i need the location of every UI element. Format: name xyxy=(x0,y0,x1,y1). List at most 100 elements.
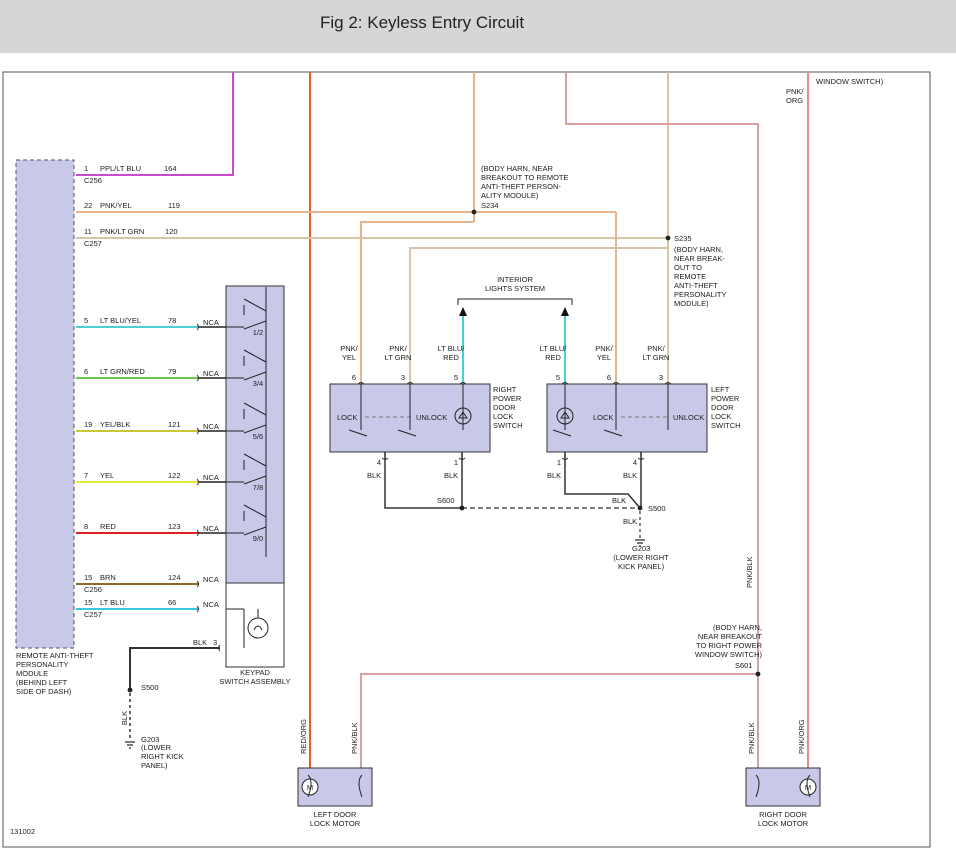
module-pin-label: 19 xyxy=(84,420,92,429)
arrow-icon xyxy=(459,307,467,316)
ppl-lt-blu-wire xyxy=(76,72,234,176)
wire-color-label: RED xyxy=(100,522,116,531)
anti-theft-module xyxy=(15,159,75,649)
ground-location-label: PANEL) xyxy=(141,761,168,770)
wire-color-label: PNK/YEL xyxy=(100,201,132,210)
unlock-label: UNLOCK xyxy=(416,413,447,422)
s500-left-dot xyxy=(127,687,133,693)
s234-label: ANTI-THEFT PERSON- xyxy=(481,182,561,191)
circuit-number-label: 78 xyxy=(168,316,176,325)
wire-color-label: BRN xyxy=(100,573,116,582)
module-pin-label: 1 xyxy=(84,164,88,173)
s601-dot xyxy=(755,671,761,677)
module-label: SIDE OF DASH) xyxy=(16,687,72,696)
interior-bracket xyxy=(457,298,573,305)
wire-color-label: PNK/LT GRN xyxy=(100,227,144,236)
nca-label: NCA xyxy=(203,473,219,482)
vertical-wire-label: PNK/BLK xyxy=(747,722,756,754)
window-switch-label: WINDOW SWITCH) xyxy=(816,77,884,86)
module-label: PERSONALITY xyxy=(16,660,69,669)
blk-label: BLK xyxy=(623,517,637,526)
vertical-wire-label: PNK/BLK xyxy=(745,556,754,588)
wire-color-label: LT GRN xyxy=(643,353,670,362)
keypad-lower-box xyxy=(225,582,285,668)
keypad-button-label: 1/2 xyxy=(253,328,263,337)
connector-label: C256 xyxy=(84,585,102,594)
wire-color-label: LT GRN xyxy=(385,353,412,362)
s235-label: ANTI-THEFT xyxy=(674,281,718,290)
s234-id: S234 xyxy=(481,201,499,210)
s235-id: S235 xyxy=(674,234,692,243)
switch-label: LEFT xyxy=(711,385,730,394)
nca-label: NCA xyxy=(203,575,219,584)
interior-lights-label: INTERIOR xyxy=(497,275,533,284)
nca-label: NCA xyxy=(203,600,219,609)
nca-label: NCA xyxy=(203,369,219,378)
pin-label: 3 xyxy=(213,638,217,647)
pnk-blk-left-motor-wire xyxy=(360,673,758,770)
wire-color-label: RED xyxy=(545,353,561,362)
nca-label: NCA xyxy=(203,318,219,327)
vertical-wire-label: RED/ORG xyxy=(299,719,308,754)
wire-color-label: PNK/ xyxy=(786,87,804,96)
wire-color-label: LT BLU xyxy=(100,598,125,607)
s235-label: MODULE) xyxy=(674,299,709,308)
blk-label: BLK xyxy=(612,496,626,505)
wire-color-label: PNK/ xyxy=(595,344,613,353)
circuit-number-label: 124 xyxy=(168,573,181,582)
module-pin-label: 15 xyxy=(84,573,92,582)
arrow-icon xyxy=(561,307,569,316)
pin-label: 1 xyxy=(454,458,458,467)
blk-label: BLK xyxy=(444,471,458,480)
ground-location-label: (LOWER xyxy=(141,743,172,752)
circuit-number-label: 119 xyxy=(168,201,180,210)
s234-label: ALITY MODULE) xyxy=(481,191,539,200)
s600-dot xyxy=(459,505,465,511)
wire-color-label: PNK/ xyxy=(389,344,407,353)
connector-label: C257 xyxy=(84,610,102,619)
vertical-wire-label: PNK/ORG xyxy=(797,719,806,754)
module-pin-label: 6 xyxy=(84,367,88,376)
blk-label: BLK xyxy=(547,471,561,480)
nca-label: NCA xyxy=(203,524,219,533)
motor-symbol: M xyxy=(307,783,313,792)
wire-color-label: YEL xyxy=(342,353,356,362)
vertical-wire-label: PNK/BLK xyxy=(350,722,359,754)
motor-symbol: M xyxy=(805,783,811,792)
switch-label: SWITCH xyxy=(711,421,741,430)
switch-label: DOOR xyxy=(711,403,734,412)
pin-label: 6 xyxy=(607,373,611,382)
pin-label: 3 xyxy=(401,373,405,382)
s601-label: WINDOW SWITCH) xyxy=(695,650,763,659)
unlock-label: UNLOCK xyxy=(673,413,704,422)
lock-label: LOCK xyxy=(337,413,357,422)
circuit-number-label: 164 xyxy=(164,164,177,173)
s235-label: REMOTE xyxy=(674,272,706,281)
s234-label: (BODY HARN, NEAR xyxy=(481,164,554,173)
s601-label: (BODY HARN, xyxy=(713,623,762,632)
wire-color-label: PPL/LT BLU xyxy=(100,164,141,173)
circuit-number-label: 79 xyxy=(168,367,176,376)
keypad-button-label: 3/4 xyxy=(253,379,263,388)
diagram-frame xyxy=(2,71,931,848)
g203-location-label: KICK PANEL) xyxy=(618,562,665,571)
keypad-label: SWITCH ASSEMBLY xyxy=(219,677,290,686)
s235-label: OUT TO xyxy=(674,263,702,272)
switch-label: POWER xyxy=(493,394,522,403)
wire-color-label: YEL xyxy=(597,353,611,362)
s601-label: NEAR BREAKOUT xyxy=(698,632,763,641)
wire-color-label: LT GRN/RED xyxy=(100,367,145,376)
s234-label: BREAKOUT TO REMOTE xyxy=(481,173,569,182)
labels-layer: 1 PPL/LT BLU 164C25622 PNK/YEL 11911 PNK/LT G… xyxy=(10,77,884,836)
s235-label: (BODY HARN, xyxy=(674,245,723,254)
right-door-lock-motor-label: RIGHT DOOR xyxy=(759,810,807,819)
switch-label: POWER xyxy=(711,394,740,403)
blk-label: BLK xyxy=(193,638,207,647)
wire-color-label: ORG xyxy=(786,96,803,105)
switch-label: SWITCH xyxy=(493,421,523,430)
figure-header: Fig 2: Keyless Entry Circuit xyxy=(0,0,956,53)
s235-label: NEAR BREAK- xyxy=(674,254,725,263)
switch-label: RIGHT xyxy=(493,385,517,394)
right-door-lock-motor-label: LOCK MOTOR xyxy=(758,819,809,828)
keypad-button-label: 9/0 xyxy=(253,534,263,543)
